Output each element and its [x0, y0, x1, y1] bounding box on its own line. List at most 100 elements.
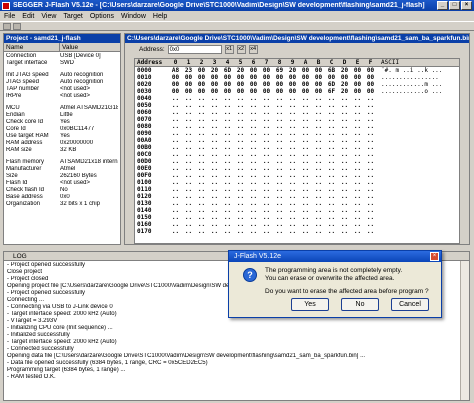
hex-byte[interactable]: 00 — [208, 88, 221, 95]
hex-row[interactable]: 0170................................ — [135, 228, 459, 235]
hex-byte[interactable]: .. — [169, 95, 182, 102]
hex-byte[interactable]: .. — [312, 151, 325, 158]
hex-byte[interactable]: .. — [182, 214, 195, 221]
hex-byte[interactable]: 00 — [273, 81, 286, 88]
hex-byte[interactable]: .. — [208, 102, 221, 109]
hex-row[interactable]: 00A0................................ — [135, 137, 459, 144]
hex-byte[interactable]: .. — [338, 193, 351, 200]
hex-byte[interactable]: .. — [169, 221, 182, 228]
menu-target[interactable]: Target — [63, 13, 82, 20]
hex-byte[interactable]: .. — [195, 151, 208, 158]
zoom-x2-button[interactable]: x2 — [236, 45, 246, 54]
hex-byte[interactable]: .. — [221, 158, 234, 165]
hex-byte[interactable]: .. — [364, 193, 377, 200]
property-row[interactable]: Use target RAM Yes — [6, 133, 118, 140]
hex-byte[interactable]: 20 — [208, 67, 221, 74]
hex-byte[interactable]: .. — [221, 228, 234, 235]
hex-byte[interactable]: .. — [325, 116, 338, 123]
hex-byte[interactable]: A8 — [169, 67, 182, 74]
hex-byte[interactable]: .. — [182, 207, 195, 214]
hex-byte[interactable]: .. — [273, 186, 286, 193]
hex-byte[interactable]: .. — [325, 158, 338, 165]
hex-byte[interactable]: .. — [325, 109, 338, 116]
hex-byte[interactable]: .. — [234, 207, 247, 214]
hex-byte[interactable]: .. — [221, 186, 234, 193]
hex-byte[interactable]: .. — [286, 102, 299, 109]
hex-byte[interactable]: .. — [234, 137, 247, 144]
hex-byte[interactable]: 00 — [234, 74, 247, 81]
maximize-button[interactable]: □ — [449, 1, 460, 10]
hex-byte[interactable]: .. — [234, 158, 247, 165]
hex-byte[interactable]: 00 — [351, 88, 364, 95]
hex-byte[interactable]: .. — [338, 116, 351, 123]
hex-byte[interactable]: .. — [234, 193, 247, 200]
hex-byte[interactable]: .. — [325, 151, 338, 158]
hex-byte[interactable]: .. — [273, 207, 286, 214]
property-row[interactable]: Organization 32 bits x 1 chip — [6, 201, 118, 208]
hex-byte[interactable]: 00 — [286, 74, 299, 81]
hex-byte[interactable]: 00 — [312, 88, 325, 95]
hex-byte[interactable]: .. — [182, 109, 195, 116]
hex-byte[interactable]: .. — [182, 158, 195, 165]
hex-byte[interactable]: .. — [273, 165, 286, 172]
hex-byte[interactable]: .. — [325, 207, 338, 214]
hex-byte[interactable]: 00 — [247, 88, 260, 95]
hex-byte[interactable]: .. — [260, 221, 273, 228]
hex-byte[interactable]: .. — [195, 214, 208, 221]
hex-byte[interactable]: 00 — [299, 67, 312, 74]
hex-byte[interactable]: .. — [195, 207, 208, 214]
hex-byte[interactable]: .. — [247, 172, 260, 179]
hex-byte[interactable]: .. — [338, 102, 351, 109]
hex-byte[interactable]: 00 — [208, 74, 221, 81]
hex-byte[interactable]: .. — [312, 221, 325, 228]
hex-byte[interactable]: .. — [221, 200, 234, 207]
hex-row[interactable]: 0060................................ — [135, 109, 459, 116]
hex-byte[interactable]: .. — [325, 193, 338, 200]
hex-byte[interactable]: .. — [364, 116, 377, 123]
hex-byte[interactable]: .. — [286, 109, 299, 116]
hex-byte[interactable]: .. — [325, 179, 338, 186]
hex-byte[interactable]: .. — [273, 130, 286, 137]
hex-row[interactable]: 0000 A8 23 00 20 6D 20 00 00 69 20 00 00 6B 20 00 00 ¨#. … — [135, 67, 459, 74]
hex-byte[interactable]: .. — [234, 109, 247, 116]
hex-byte[interactable]: .. — [221, 109, 234, 116]
hex-byte[interactable]: .. — [364, 151, 377, 158]
property-row[interactable]: Manufacturer Atmel — [6, 166, 118, 173]
hex-byte[interactable]: .. — [325, 214, 338, 221]
hex-byte[interactable]: .. — [260, 144, 273, 151]
hex-byte[interactable]: 00 — [351, 81, 364, 88]
hex-byte[interactable]: .. — [351, 228, 364, 235]
hex-byte[interactable]: 00 — [312, 74, 325, 81]
hex-byte[interactable]: .. — [364, 214, 377, 221]
hex-byte[interactable]: .. — [195, 172, 208, 179]
hex-byte[interactable]: 00 — [351, 74, 364, 81]
hex-byte[interactable]: .. — [260, 95, 273, 102]
hex-row[interactable]: 0050................................ — [135, 102, 459, 109]
hex-byte[interactable]: .. — [208, 158, 221, 165]
hex-byte[interactable]: .. — [182, 200, 195, 207]
dialog-close-button[interactable]: × — [430, 252, 439, 261]
open-icon[interactable] — [3, 22, 11, 30]
hex-byte[interactable]: .. — [234, 151, 247, 158]
hex-byte[interactable]: .. — [221, 221, 234, 228]
zoom-x1-button[interactable]: x1 — [224, 45, 234, 54]
hex-byte[interactable]: .. — [234, 179, 247, 186]
hex-byte[interactable]: .. — [260, 186, 273, 193]
hex-byte[interactable]: 00 — [195, 74, 208, 81]
hex-byte[interactable]: .. — [364, 109, 377, 116]
hex-byte[interactable]: .. — [247, 228, 260, 235]
hex-byte[interactable]: 00 — [364, 74, 377, 81]
cancel-button[interactable]: Cancel — [391, 298, 429, 311]
hex-byte[interactable]: .. — [364, 123, 377, 130]
hex-byte[interactable]: .. — [247, 158, 260, 165]
hex-byte[interactable]: .. — [247, 207, 260, 214]
hex-byte[interactable]: 00 — [338, 74, 351, 81]
hex-byte[interactable]: 00 — [351, 67, 364, 74]
hex-byte[interactable]: .. — [286, 179, 299, 186]
hex-row[interactable]: 00E0................................ — [135, 165, 459, 172]
menu-options[interactable]: Options — [90, 13, 114, 20]
hex-byte[interactable]: 00 — [364, 81, 377, 88]
hex-byte[interactable]: .. — [351, 102, 364, 109]
hex-byte[interactable]: 00 — [312, 81, 325, 88]
hex-byte[interactable]: .. — [299, 172, 312, 179]
